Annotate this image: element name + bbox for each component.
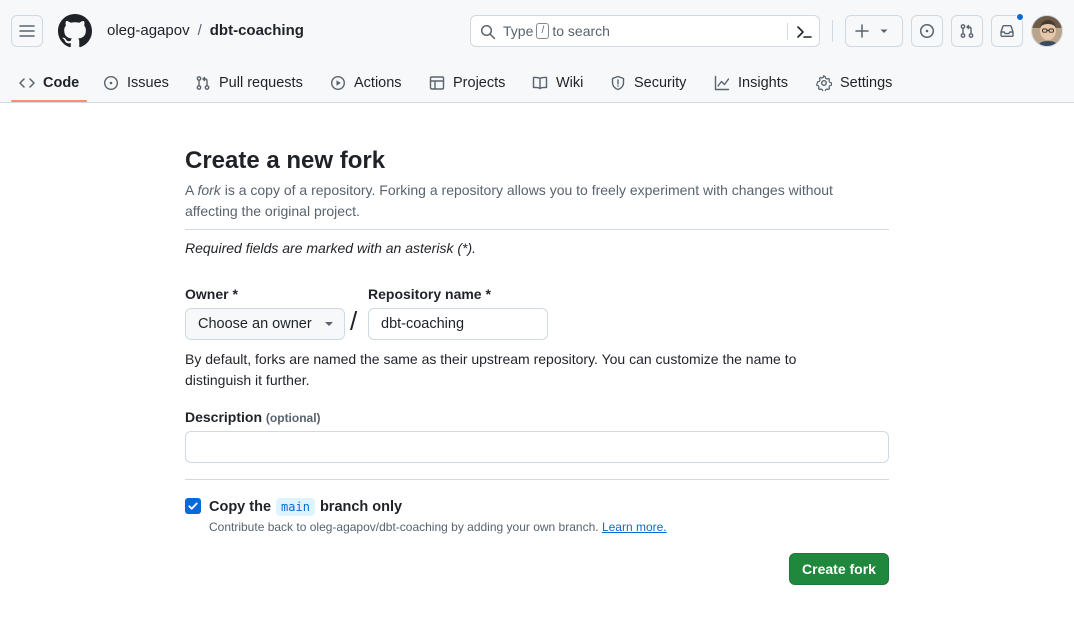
repo-tabs: Code Issues Pull requests Actions Projec… <box>0 62 1074 103</box>
tab-label: Actions <box>354 74 402 91</box>
tab-issues[interactable]: Issues <box>103 62 169 103</box>
required-fields-note: Required fields are marked with an aster… <box>185 240 477 256</box>
git-pull-request-icon <box>196 75 210 90</box>
tab-security[interactable]: Security <box>610 62 686 103</box>
header-divider <box>832 20 833 42</box>
section-divider <box>185 479 889 480</box>
tab-label: Pull requests <box>219 74 303 91</box>
optional-tag: (optional) <box>265 411 321 425</box>
triangle-down-icon <box>325 322 333 326</box>
triangle-down-icon <box>880 29 888 33</box>
book-icon <box>532 76 548 89</box>
page-title: Create a new fork <box>185 147 386 174</box>
repo-header: oleg-agapov / dbt-coaching Type / to sea… <box>0 0 1074 103</box>
notifications-button[interactable] <box>991 13 1024 47</box>
search-divider <box>787 23 788 40</box>
breadcrumb-owner-link[interactable]: oleg-agapov <box>107 22 190 39</box>
gear-icon <box>816 74 832 91</box>
inbox-icon <box>1000 25 1014 37</box>
tab-code[interactable]: Code <box>19 62 79 103</box>
description-label: Description (optional) <box>185 409 321 425</box>
tab-label: Issues <box>127 74 169 91</box>
repository-name-input[interactable] <box>368 308 548 340</box>
graph-icon <box>714 75 730 90</box>
notification-indicator <box>1016 13 1024 21</box>
plus-icon <box>855 24 869 38</box>
check-icon <box>188 502 198 510</box>
tab-settings[interactable]: Settings <box>816 62 892 103</box>
tab-projects[interactable]: Projects <box>429 62 505 103</box>
page-subtitle: A fork is a copy of a repository. Forkin… <box>185 180 889 222</box>
owner-dropdown-value: Choose an owner <box>198 316 312 332</box>
copy-label-prefix: Copy the <box>209 499 272 515</box>
search-shortcut-key: / <box>536 23 550 39</box>
subtitle-rest: is a copy of a repository. Forking a rep… <box>185 182 833 219</box>
owner-label: Owner * <box>185 286 238 302</box>
search-placeholder-prefix: Type <box>503 23 534 39</box>
tab-label: Wiki <box>556 74 584 91</box>
menu-button[interactable] <box>11 15 43 47</box>
search-placeholder: Type / to search <box>503 23 610 39</box>
repository-name-help: By default, forks are named the same as … <box>185 351 797 388</box>
issue-opened-icon <box>919 23 935 39</box>
tab-insights[interactable]: Insights <box>714 62 788 103</box>
create-new-button[interactable] <box>845 15 903 47</box>
tab-label: Projects <box>453 74 506 91</box>
search-icon <box>480 24 496 40</box>
hamburger-icon <box>19 25 35 37</box>
avatar[interactable] <box>1031 15 1063 47</box>
github-logo-icon[interactable] <box>58 14 92 48</box>
search-placeholder-suffix: to search <box>552 23 610 39</box>
subtitle-prefix: A <box>185 182 198 198</box>
your-pull-requests-button[interactable] <box>951 15 983 47</box>
tab-wiki[interactable]: Wiki <box>532 62 583 103</box>
tab-label: Settings <box>840 74 893 91</box>
tab-label: Security <box>634 74 687 91</box>
tab-actions[interactable]: Actions <box>330 62 402 103</box>
issue-opened-icon <box>103 75 119 90</box>
your-issues-button[interactable] <box>911 15 943 47</box>
copy-branch-note: Contribute back to oleg-agapov/dbt-coach… <box>209 520 667 534</box>
branch-name-chip: main <box>276 498 315 516</box>
owner-dropdown[interactable]: Choose an owner <box>185 308 345 340</box>
description-input[interactable] <box>185 431 889 463</box>
breadcrumb-separator: / <box>197 22 202 39</box>
repository-name-label: Repository name * <box>368 286 491 302</box>
subtitle-emphasis: fork <box>197 182 221 198</box>
copy-label-suffix: branch only <box>319 499 403 515</box>
tab-label: Insights <box>738 74 788 91</box>
breadcrumb: oleg-agapov / dbt-coaching <box>107 22 304 39</box>
play-icon <box>330 75 346 90</box>
user-avatar-image <box>1032 16 1062 46</box>
section-divider <box>185 229 889 230</box>
copy-note-text: Contribute back to oleg-agapov/dbt-coach… <box>209 520 599 534</box>
table-icon <box>429 75 445 90</box>
shield-icon <box>611 75 625 90</box>
description-label-text: Description <box>185 409 263 425</box>
copy-main-branch-checkbox[interactable] <box>185 498 201 514</box>
learn-more-link[interactable]: Learn more. <box>602 520 667 534</box>
active-tab-indicator <box>11 100 87 102</box>
copy-main-branch-label: Copy the main branch only <box>209 498 402 516</box>
search-input[interactable]: Type / to search <box>470 15 820 47</box>
code-icon <box>19 77 35 88</box>
command-palette-icon[interactable] <box>795 23 813 41</box>
tab-pull-requests[interactable]: Pull requests <box>195 62 303 103</box>
owner-repo-separator: / <box>350 306 358 336</box>
git-pull-request-icon <box>960 24 974 38</box>
breadcrumb-repo-link[interactable]: dbt-coaching <box>210 22 304 39</box>
tab-label: Code <box>43 74 80 91</box>
create-fork-button[interactable]: Create fork <box>789 553 889 585</box>
